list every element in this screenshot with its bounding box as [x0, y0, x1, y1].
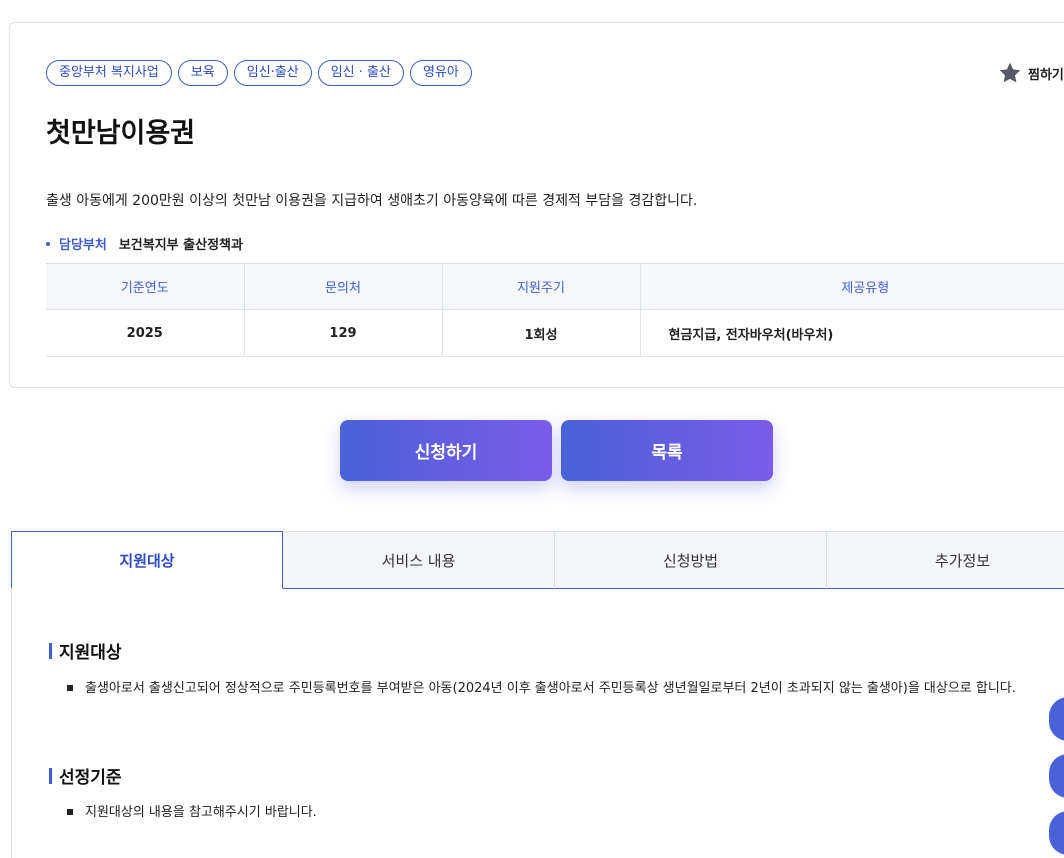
department-value: 보건복지부 출산정책과: [118, 238, 243, 253]
section-heading-eligibility: 지원대상: [49, 638, 122, 663]
header-cycle: 지원주기: [442, 263, 641, 310]
list-item-text: 지원대상의 내용을 참고해주시기 바랍니다.: [85, 805, 317, 820]
department-info: 담당부처 보건복지부 출산정책과: [46, 234, 243, 253]
header-provision-type: 제공유형: [640, 263, 1064, 310]
tab-service-content[interactable]: 서비스 내용: [283, 531, 555, 589]
list-item: 지원대상의 내용을 참고해주시기 바랍니다.: [67, 800, 1035, 825]
heading-bar: [49, 642, 52, 659]
section-title: 지원대상: [59, 643, 122, 663]
tag-infant[interactable]: 영유아: [409, 60, 472, 86]
tab-application-method[interactable]: 신청방법: [555, 531, 827, 589]
service-description: 출생 아동에게 200만원 이상의 첫만남 이용권을 지급하여 생애초기 아동양…: [46, 193, 698, 209]
tab-bar: 지원대상 서비스 내용 신청방법 추가정보: [11, 531, 1064, 589]
tag-childcare[interactable]: 보육: [177, 60, 228, 86]
square-bullet: [67, 685, 73, 691]
page-title: 첫만남이용권: [46, 118, 196, 149]
cell-contact: 129: [244, 309, 443, 357]
tab-eligibility[interactable]: 지원대상: [11, 531, 283, 589]
list-item: 출생아로서 출생신고되어 정상적으로 주민등록번호를 부여받은 아동(2024년…: [67, 676, 1035, 701]
table-row: 2025 129 1회성 현금지급, 전자바우처(바우처): [46, 309, 1064, 357]
tag-pregnancy-birth[interactable]: 임신·출산: [233, 60, 312, 86]
tab-additional-info[interactable]: 추가정보: [827, 531, 1064, 589]
heading-bar: [49, 767, 52, 784]
table-header-row: 기준연도 문의처 지원주기 제공유형: [46, 263, 1064, 310]
cell-provision-type: 현금지급, 전자바우처(바우처): [640, 309, 1064, 357]
header-contact: 문의처: [244, 263, 443, 310]
cell-base-year: 2025: [46, 309, 245, 357]
apply-button[interactable]: 신청하기: [340, 420, 552, 481]
header-base-year: 기준연도: [46, 263, 245, 310]
favorite-label: 찜하기: [1028, 67, 1064, 83]
service-card: 중앙부처 복지사업 보육 임신·출산 임신 · 출산 영유아 찜하기 첫만남이용…: [9, 22, 1064, 388]
star-icon: [999, 62, 1021, 83]
favorite-button[interactable]: 찜하기: [998, 61, 1064, 85]
tag-central-welfare[interactable]: 중앙부처 복지사업: [46, 60, 172, 86]
bullet-dot: [46, 241, 50, 246]
square-bullet: [67, 809, 73, 815]
list-item-text: 출생아로서 출생신고되어 정상적으로 주민등록번호를 부여받은 아동(2024년…: [85, 681, 1016, 696]
cell-cycle: 1회성: [442, 309, 641, 357]
tag-list: 중앙부처 복지사업 보육 임신·출산 임신 · 출산 영유아: [46, 60, 472, 86]
list-button[interactable]: 목록: [561, 420, 773, 481]
department-label: 담당부처: [59, 238, 107, 253]
section-title: 선정기준: [59, 768, 122, 788]
tag-pregnancy-birth-2[interactable]: 임신 · 출산: [317, 60, 404, 86]
info-table: 기준연도 문의처 지원주기 제공유형 2025 129 1회성 현금지급, 전자…: [46, 263, 1064, 357]
tab-panel: 지원대상 출생아로서 출생신고되어 정상적으로 주민등록번호를 부여받은 아동(…: [11, 588, 1064, 858]
section-heading-criteria: 선정기준: [49, 763, 122, 788]
